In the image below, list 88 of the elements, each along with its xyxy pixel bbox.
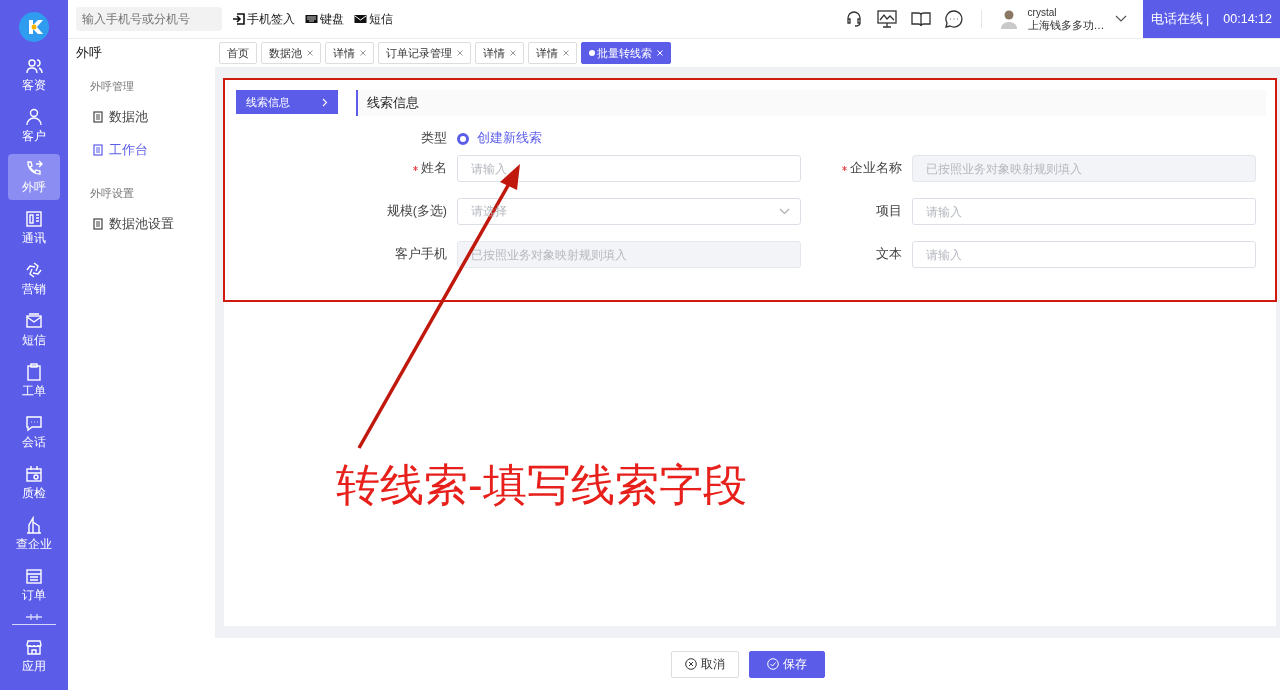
submenu-item[interactable]: 数据池: [93, 108, 215, 126]
chat-icon: [25, 413, 43, 432]
envelope-icon: [25, 311, 43, 330]
monitor-chart-icon[interactable]: [876, 10, 897, 28]
close-icon[interactable]: [457, 50, 463, 56]
headset-icon[interactable]: [844, 10, 863, 28]
sliders-icon[interactable]: [25, 613, 43, 621]
person-icon: [25, 107, 43, 126]
field-label: 项目: [875, 203, 902, 220]
tab[interactable]: 批量转线索: [581, 42, 671, 64]
close-icon[interactable]: [307, 50, 313, 56]
rail-item[interactable]: 应用: [8, 633, 60, 679]
login-icon: [232, 13, 245, 25]
field-label: 规模(多选): [385, 203, 447, 220]
required-mark-icon: [413, 166, 418, 171]
submenu-item[interactable]: 数据池设置: [93, 215, 215, 233]
call-timer: 00:14:12: [1223, 12, 1272, 26]
tab[interactable]: 详情: [325, 42, 374, 64]
envelope-icon: [354, 13, 367, 25]
tab[interactable]: 详情: [528, 42, 577, 64]
close-icon[interactable]: [510, 50, 516, 56]
field-label: 客户手机: [394, 246, 447, 263]
rail-item[interactable]: 客户: [8, 103, 60, 149]
rail-item[interactable]: 查企业: [8, 511, 60, 557]
field-label: 类型: [420, 130, 447, 147]
document-icon: [93, 111, 103, 123]
input-field[interactable]: 请输入: [457, 155, 801, 182]
document-icon: [93, 144, 103, 156]
field-label: 姓名: [356, 160, 447, 177]
save-button[interactable]: 保存: [748, 650, 825, 678]
toolbar-button[interactable]: 键盘: [305, 10, 344, 28]
submenu-item[interactable]: 工作台: [93, 141, 215, 159]
group-title: 外呼设置: [90, 186, 135, 201]
input-field[interactable]: 请输入: [912, 241, 1256, 268]
rail-item[interactable]: 工单: [8, 358, 60, 404]
user-name: crystal: [1027, 7, 1058, 19]
tab[interactable]: 数据池: [261, 42, 321, 64]
chevron-right-icon: [322, 97, 328, 107]
required-mark-icon: [842, 166, 847, 171]
chevron-down-icon[interactable]: [1114, 15, 1127, 23]
close-icon[interactable]: [360, 50, 366, 56]
logo-icon: [19, 12, 49, 42]
step-item[interactable]: 线索信息: [236, 90, 338, 114]
document-icon: [93, 218, 103, 230]
rail-item[interactable]: 通讯: [8, 205, 60, 251]
rail-item[interactable]: 营销: [8, 256, 60, 302]
keyboard-icon: [305, 13, 318, 25]
check-circle-icon: [766, 658, 779, 670]
store-icon: [25, 637, 43, 656]
grid-icon: [25, 209, 43, 228]
users-icon: [25, 56, 43, 75]
input-field[interactable]: 请输入: [912, 198, 1256, 225]
rail-item[interactable]: 客资: [8, 52, 60, 98]
building-icon: [25, 515, 43, 534]
company-name: 上海钱多多功…: [1027, 19, 1105, 31]
call-status-panel[interactable]: 电话在线 | 00:14:12: [1142, 0, 1280, 38]
radio-option[interactable]: 创建新线索: [457, 130, 542, 147]
cancel-button[interactable]: 取消: [670, 650, 739, 678]
rail-item[interactable]: 外呼: [8, 154, 60, 200]
field-label: 文本: [875, 246, 902, 263]
chevron-down-icon: [779, 208, 790, 215]
clipboard-icon: [25, 362, 43, 381]
tab[interactable]: 订单记录管理: [378, 42, 471, 64]
tab[interactable]: 首页: [219, 42, 257, 64]
annotation-text: 转线索-填写线索字段: [336, 459, 747, 511]
submenu-title: 外呼: [76, 44, 103, 62]
toolbar-button[interactable]: 手机签入: [232, 10, 295, 28]
rail-item[interactable]: 会话: [8, 409, 60, 455]
list-icon: [25, 566, 43, 585]
chat-icon[interactable]: [944, 10, 963, 28]
radio-icon[interactable]: [457, 132, 469, 145]
rail-item[interactable]: 短信: [8, 307, 60, 353]
book-icon[interactable]: [910, 10, 931, 28]
section-title: 线索信息: [367, 94, 419, 112]
close-icon[interactable]: [563, 50, 569, 56]
search-field[interactable]: 输入手机号或分机号: [76, 7, 222, 31]
toolbar-button[interactable]: 短信: [354, 10, 393, 28]
avatar-icon: [999, 9, 1018, 29]
group-title: 外呼管理: [90, 79, 135, 94]
flower-icon: [25, 260, 43, 279]
call-status: 电话在线 |: [1150, 10, 1210, 28]
field-label: 企业名称: [811, 160, 902, 177]
tab[interactable]: 详情: [475, 42, 524, 64]
rail-item[interactable]: 质检: [8, 460, 60, 506]
phone-icon: [25, 158, 43, 177]
calendar-icon: [25, 464, 43, 483]
close-circle-icon: [684, 658, 697, 670]
rail-item[interactable]: 订单: [8, 562, 60, 608]
